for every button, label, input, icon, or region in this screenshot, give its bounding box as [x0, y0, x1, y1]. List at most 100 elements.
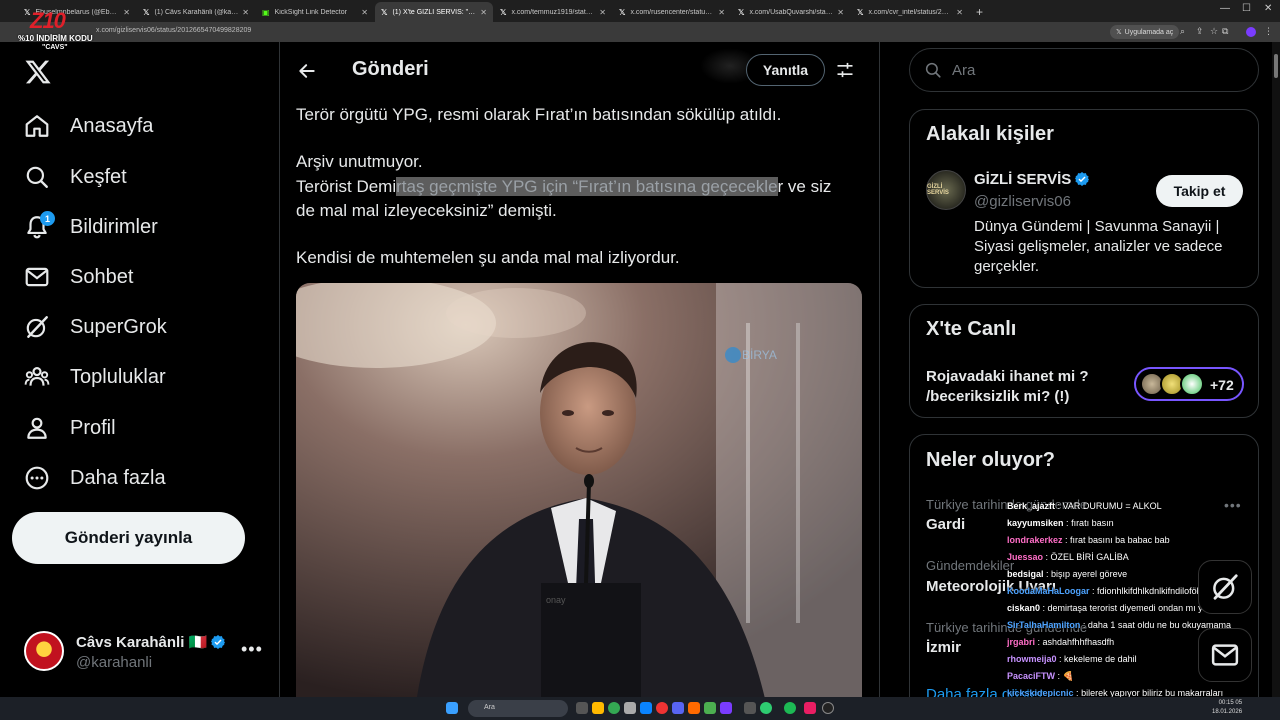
tab-close-icon[interactable]: ✕ [956, 8, 963, 17]
menu-kebab-icon[interactable]: ⋮ [1264, 26, 1273, 37]
search-box[interactable] [909, 48, 1259, 92]
browser-tab[interactable]: 𝕏x.com/UsabQuvarshi/status/2012 ✕ [732, 2, 850, 22]
spotify-icon[interactable] [784, 702, 796, 714]
avatar[interactable]: GİZLİ SERVİS [926, 170, 966, 210]
nav-label: Keşfet [70, 165, 127, 188]
edge-icon[interactable] [640, 702, 652, 714]
user-bio: Dünya Gündemi | Savunma Sanayii | Siyasi… [974, 218, 1223, 275]
tab-close-icon[interactable]: ✕ [361, 8, 368, 17]
extensions-icon[interactable]: ⧉ [1222, 26, 1228, 37]
bookmark-star-icon[interactable]: ☆ [1210, 26, 1218, 37]
browser-tab[interactable]: 𝕏x.com/cvr_intel/status/20128112✕ [851, 2, 969, 22]
discord-icon[interactable] [672, 702, 684, 714]
chat-username[interactable]: SirTalhaHamilton [1007, 620, 1080, 630]
chrome-icon[interactable] [608, 702, 620, 714]
taskbar-search[interactable]: Ara [468, 700, 568, 717]
app-icon[interactable] [656, 702, 668, 714]
chat-separator: : [1080, 620, 1088, 630]
chat-username[interactable]: kayyumsiken [1007, 518, 1064, 528]
live-space-title[interactable]: Rojavadaki ihanet mi ? /beceriksizlik mi?… [926, 367, 1089, 407]
chat-username[interactable]: PacaciFTW [1007, 671, 1055, 681]
browser-tab[interactable]: 𝕏x.com/rusencenter/status/2012✕ [613, 2, 731, 22]
trend-name[interactable]: Gardi [926, 516, 965, 533]
app-icon[interactable] [804, 702, 816, 714]
chat-username[interactable]: londrakerkez [1007, 535, 1063, 545]
chat-username[interactable]: Juessao [1007, 552, 1043, 562]
chat-username[interactable]: KoodaMaHaLoogar [1007, 586, 1090, 596]
tab-close-icon[interactable]: ✕ [123, 8, 130, 17]
user-name-row[interactable]: GİZLİ SERVİS [974, 171, 1090, 188]
trend-category: Gündemdekiler [926, 558, 1015, 573]
x-favicon-icon: 𝕏 [381, 7, 388, 17]
share-icon[interactable]: ⇪ [1196, 26, 1204, 37]
post-video[interactable]: BİRYA onay [296, 283, 862, 703]
taskbar-clock[interactable]: 00:15 05 18.01.2026 [1212, 699, 1242, 717]
trend-name[interactable]: İzmir [926, 639, 961, 656]
windows-start-icon[interactable] [446, 702, 458, 714]
browser-tab[interactable]: 𝕏x.com/temmuz1919/status/2012✕ [494, 2, 612, 22]
x-favicon-icon: 𝕏 [619, 7, 626, 17]
file-explorer-icon[interactable] [592, 702, 604, 714]
tab-close-icon[interactable]: ✕ [242, 8, 249, 17]
address-bar: x.com/gizliservis06/status/2012665470499… [0, 22, 1280, 42]
nav-item-more[interactable]: Daha fazla [24, 458, 166, 498]
reply-button[interactable]: Yanıtla [746, 54, 825, 86]
search-input[interactable] [952, 59, 1242, 81]
open-in-app-button[interactable]: 𝕏 Uygulamada aç [1110, 25, 1180, 39]
nav-item-home[interactable]: Anasayfa [24, 106, 153, 146]
x-logo-icon[interactable] [24, 58, 52, 86]
app-icon[interactable] [704, 702, 716, 714]
messages-drawer-button[interactable] [1198, 628, 1252, 682]
new-tab-button[interactable]: + [976, 2, 983, 22]
close-window-icon[interactable]: ✕ [1264, 3, 1272, 14]
scrollbar-thumb[interactable] [1274, 54, 1278, 78]
tab-close-icon[interactable]: ✕ [480, 8, 487, 17]
tab-close-icon[interactable]: ✕ [718, 8, 725, 17]
chat-username[interactable]: bedsigal [1007, 569, 1044, 579]
kicksight-favicon-icon: ▣ [262, 7, 270, 17]
maximize-icon[interactable]: ☐ [1242, 3, 1251, 14]
account-switcher[interactable]: Câvs Karahânli 🇮🇹 @karahanli ••• [24, 631, 264, 675]
chat-username[interactable]: Berk_ajazft [1007, 501, 1055, 511]
app-icon[interactable] [688, 702, 700, 714]
filter-settings-button[interactable] [832, 57, 858, 83]
nav-item-notifications[interactable]: 1 Bildirimler [24, 207, 158, 247]
task-view-icon[interactable] [576, 702, 588, 714]
post-button[interactable]: Gönderi yayınla [12, 512, 245, 564]
nav-item-supergrok[interactable]: SuperGrok [24, 307, 167, 347]
chat-username[interactable]: rhowmeija0 [1007, 654, 1057, 664]
back-button[interactable] [290, 54, 324, 88]
clock-date: 18.01.2026 [1212, 709, 1243, 715]
profile-avatar-icon[interactable] [1246, 27, 1256, 37]
tab-close-icon[interactable]: ✕ [837, 8, 844, 17]
app-icon[interactable] [624, 702, 636, 714]
chat-message: PacaciFTW : 🍕 [1007, 670, 1074, 682]
grok-button[interactable] [1198, 560, 1252, 614]
nav-item-profile[interactable]: Profil [24, 408, 116, 448]
app-icon[interactable] [720, 702, 732, 714]
page-scrollbar[interactable] [1272, 42, 1280, 697]
more-dots-icon[interactable]: ••• [241, 639, 263, 660]
url-text[interactable]: x.com/gizliservis06/status/2012665470499… [96, 27, 251, 34]
chat-username[interactable]: ciskan0 [1007, 603, 1040, 613]
open-in-app-label: Uygulamada aç [1124, 28, 1174, 36]
profile-icon [24, 415, 50, 441]
tab-close-icon[interactable]: ✕ [599, 8, 606, 17]
app-icon[interactable] [760, 702, 772, 714]
app-icon[interactable] [744, 702, 756, 714]
nav-item-messages[interactable]: Sohbet [24, 257, 133, 297]
nav-item-explore[interactable]: Keşfet [24, 157, 127, 197]
browser-tab[interactable]: ▣ KickSight Link Detector ✕ [256, 2, 374, 22]
live-listeners-pill[interactable]: +72 [1134, 367, 1244, 401]
browser-tab[interactable]: 𝕏 (1) Câvs Karahânli (@karahanli) / X ✕ [137, 2, 255, 22]
nav-item-communities[interactable]: Topluluklar [24, 357, 166, 397]
more-circle-icon [24, 465, 50, 491]
chat-username[interactable]: jrgabri [1007, 637, 1035, 647]
chat-message: Berk_ajazft : VAR DURUMU = ALKOL [1007, 500, 1162, 512]
follow-button[interactable]: Takip et [1156, 175, 1243, 207]
obs-icon[interactable] [822, 702, 834, 714]
minimize-icon[interactable]: — [1220, 3, 1230, 14]
zoom-icon[interactable]: ⌕ [1180, 26, 1185, 37]
chat-separator: : [1055, 501, 1063, 511]
browser-tab-active[interactable]: 𝕏 (1) X'te GİZLİ SERVİS: "Terör örgütü ✕ [375, 2, 493, 22]
